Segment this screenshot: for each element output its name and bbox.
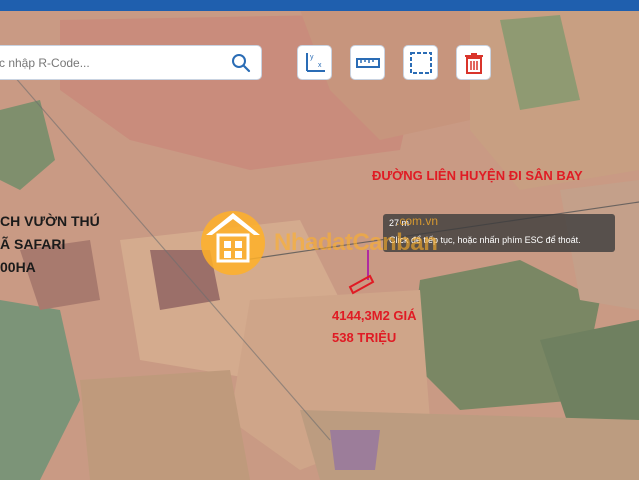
measure-area-button[interactable] — [403, 45, 438, 80]
road-label: ĐƯỜNG LIÊN HUYỆN ĐI SÂN BAY — [372, 168, 583, 183]
lot-price-label: 538 TRIỆU — [332, 330, 397, 345]
measure-distance-button[interactable] — [350, 45, 385, 80]
lot-area-label: 4144,3M2 GIÁ — [332, 308, 417, 323]
house-logo-icon — [201, 211, 265, 275]
delete-button[interactable] — [456, 45, 491, 80]
area-square-icon — [410, 52, 432, 74]
search-input[interactable] — [0, 46, 225, 79]
ruler-icon — [356, 58, 380, 68]
coordinate-tool-button[interactable]: y x — [297, 45, 332, 80]
axis-icon: y x — [306, 53, 325, 72]
watermark-suffix: .com.vn — [396, 214, 439, 228]
zoo-label-line3: 00HA — [0, 259, 36, 275]
search-icon[interactable] — [231, 53, 251, 73]
zoo-label-line1: CH VƯỜN THÚ — [0, 213, 100, 229]
search-box[interactable] — [0, 45, 262, 80]
top-bar — [0, 0, 639, 11]
watermark-brand: NhadatCanban — [274, 229, 438, 256]
zoo-label-line2: Ã SAFARI — [0, 236, 66, 252]
svg-text:y: y — [310, 54, 314, 61]
svg-text:x: x — [318, 62, 322, 69]
trash-icon — [465, 53, 483, 74]
